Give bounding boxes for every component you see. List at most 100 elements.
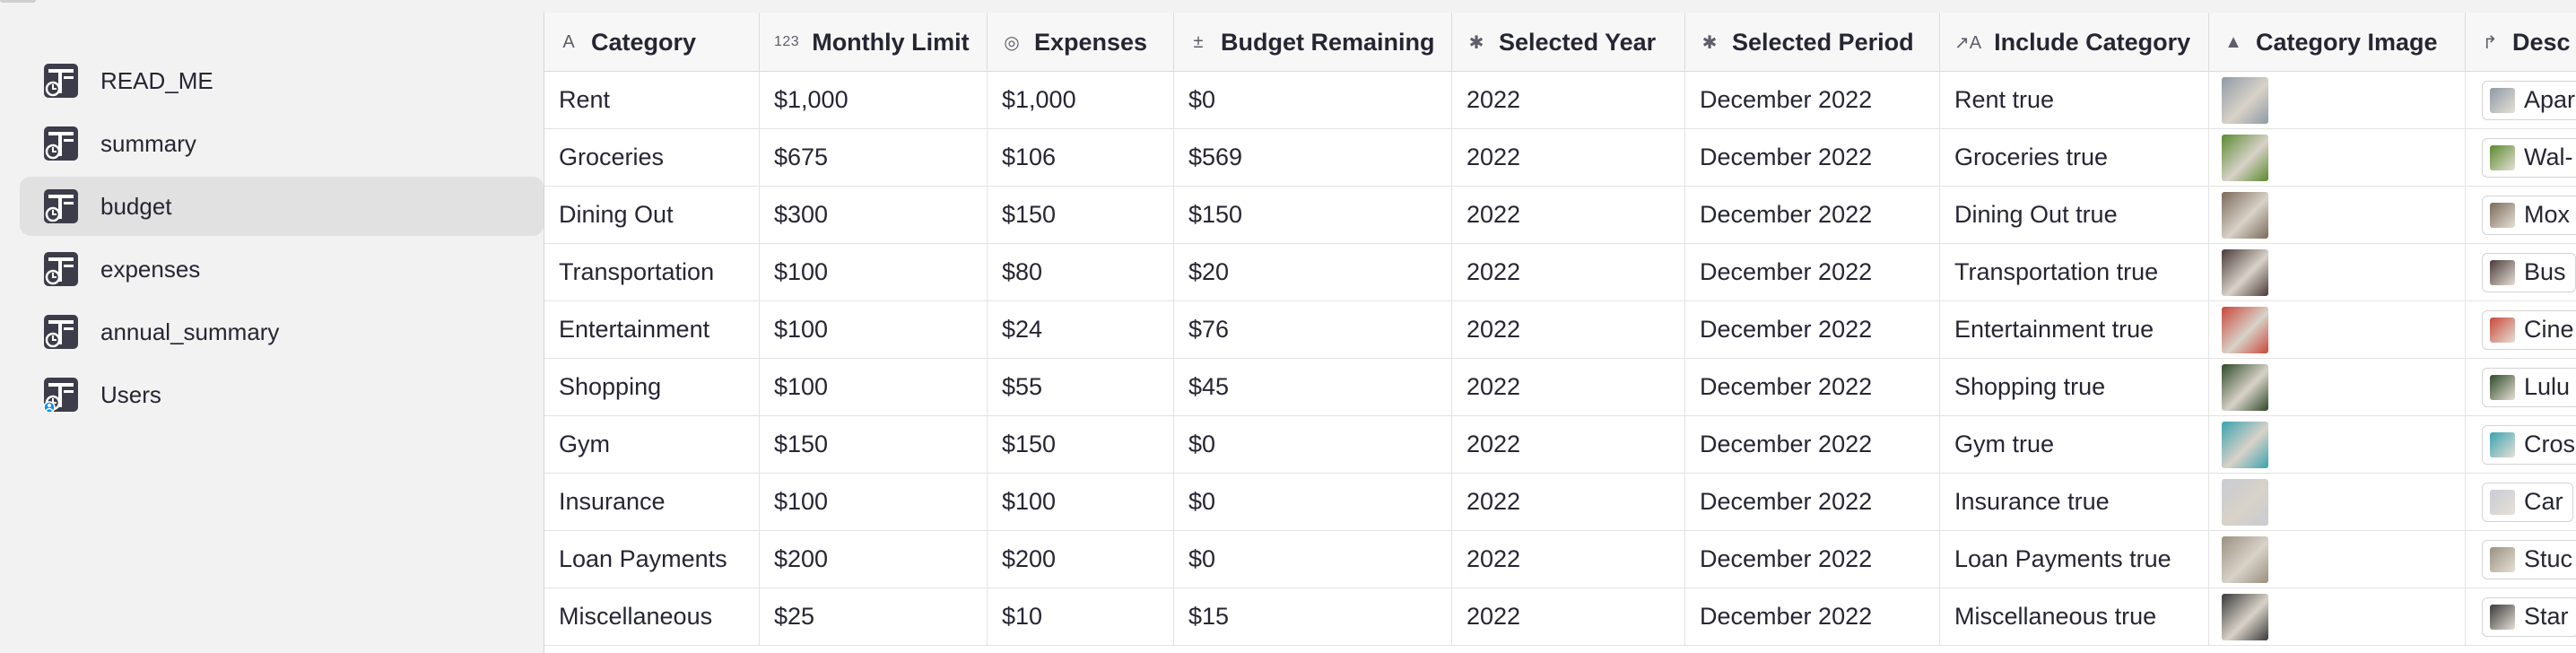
include-category-cell[interactable]: Loan Payments true (1940, 531, 2209, 588)
budget-remaining-cell[interactable]: $45 (1174, 359, 1452, 415)
category-image-thumbnail[interactable] (2222, 593, 2268, 640)
budget-remaining-cell[interactable]: $76 (1174, 301, 1452, 358)
expenses-cell[interactable]: $80 (988, 244, 1174, 300)
selected-period-cell[interactable]: December 2022 (1685, 359, 1940, 415)
column-header-category-image[interactable]: ▲ Category Image (2209, 13, 2466, 72)
expenses-cell[interactable]: $10 (988, 588, 1174, 645)
include-category-cell[interactable]: Rent true (1940, 72, 2209, 128)
reference-chip[interactable]: Cine (2482, 309, 2576, 350)
category-image-cell[interactable] (2209, 588, 2466, 645)
category-cell[interactable]: Groceries (544, 129, 760, 186)
category-image-thumbnail[interactable] (2222, 421, 2268, 468)
description-reference-cell[interactable]: Apar (2466, 72, 2576, 128)
budget-remaining-cell[interactable]: $0 (1174, 416, 1452, 473)
reference-chip[interactable]: Apar (2482, 80, 2576, 120)
selected-period-cell[interactable]: December 2022 (1685, 474, 1940, 530)
expenses-cell[interactable]: $24 (988, 301, 1174, 358)
budget-remaining-cell[interactable]: $569 (1174, 129, 1452, 186)
budget-remaining-cell[interactable]: $15 (1174, 588, 1452, 645)
selected-period-cell[interactable]: December 2022 (1685, 531, 1940, 588)
selected-period-cell[interactable]: December 2022 (1685, 416, 1940, 473)
sidebar-item-summary[interactable]: summary (20, 114, 544, 173)
category-cell[interactable]: Entertainment (544, 301, 760, 358)
reference-chip[interactable]: Cros (2482, 424, 2576, 465)
category-image-thumbnail[interactable] (2222, 478, 2268, 526)
description-reference-cell[interactable]: Star (2466, 588, 2576, 645)
category-image-thumbnail[interactable] (2222, 535, 2268, 583)
budget-remaining-cell[interactable]: $0 (1174, 72, 1452, 128)
reference-chip[interactable]: Bus (2482, 252, 2576, 292)
expenses-cell[interactable]: $55 (988, 359, 1174, 415)
category-image-thumbnail[interactable] (2222, 191, 2268, 239)
category-image-cell[interactable] (2209, 531, 2466, 588)
category-image-thumbnail[interactable] (2222, 134, 2268, 181)
budget-remaining-cell[interactable]: $0 (1174, 474, 1452, 530)
selected-period-cell[interactable]: December 2022 (1685, 187, 1940, 243)
description-reference-cell[interactable]: Wal- (2466, 129, 2576, 186)
monthly-limit-cell[interactable]: $200 (760, 531, 988, 588)
category-image-cell[interactable] (2209, 244, 2466, 300)
monthly-limit-cell[interactable]: $150 (760, 416, 988, 473)
include-category-cell[interactable]: Miscellaneous true (1940, 588, 2209, 645)
reference-chip[interactable]: Stuc (2482, 539, 2576, 579)
selected-year-cell[interactable]: 2022 (1452, 301, 1685, 358)
column-header-category[interactable]: A Category (544, 13, 760, 72)
column-header-expenses[interactable]: ◎ Expenses (988, 13, 1174, 72)
selected-period-cell[interactable]: December 2022 (1685, 129, 1940, 186)
category-image-thumbnail[interactable] (2222, 363, 2268, 411)
category-cell[interactable]: Dining Out (544, 187, 760, 243)
category-cell[interactable]: Rent (544, 72, 760, 128)
monthly-limit-cell[interactable]: $25 (760, 588, 988, 645)
include-category-cell[interactable]: Shopping true (1940, 359, 2209, 415)
include-category-cell[interactable]: Entertainment true (1940, 301, 2209, 358)
budget-remaining-cell[interactable]: $0 (1174, 531, 1452, 588)
category-image-cell[interactable] (2209, 301, 2466, 358)
selected-year-cell[interactable]: 2022 (1452, 588, 1685, 645)
category-cell[interactable]: Insurance (544, 474, 760, 530)
category-image-cell[interactable] (2209, 72, 2466, 128)
expenses-cell[interactable]: $200 (988, 531, 1174, 588)
description-reference-cell[interactable]: Cine (2466, 301, 2576, 358)
description-reference-cell[interactable]: Mox (2466, 187, 2576, 243)
include-category-cell[interactable]: Gym true (1940, 416, 2209, 473)
monthly-limit-cell[interactable]: $675 (760, 129, 988, 186)
include-category-cell[interactable]: Insurance true (1940, 474, 2209, 530)
column-header-budget-remaining[interactable]: ± Budget Remaining (1174, 13, 1452, 72)
description-reference-cell[interactable]: Bus (2466, 244, 2576, 300)
include-category-cell[interactable]: Groceries true (1940, 129, 2209, 186)
selected-year-cell[interactable]: 2022 (1452, 474, 1685, 530)
selected-period-cell[interactable]: December 2022 (1685, 72, 1940, 128)
monthly-limit-cell[interactable]: $100 (760, 301, 988, 358)
monthly-limit-cell[interactable]: $100 (760, 244, 988, 300)
reference-chip[interactable]: Mox (2482, 195, 2576, 235)
sidebar-item-annual-summary[interactable]: annual_summary (20, 302, 544, 361)
reference-chip[interactable]: Star (2482, 596, 2576, 637)
column-header-include-category[interactable]: ↗A Include Category (1940, 13, 2209, 72)
expenses-cell[interactable]: $150 (988, 187, 1174, 243)
category-image-thumbnail[interactable] (2222, 306, 2268, 353)
category-cell[interactable]: Loan Payments (544, 531, 760, 588)
selected-period-cell[interactable]: December 2022 (1685, 588, 1940, 645)
expenses-cell[interactable]: $150 (988, 416, 1174, 473)
selected-year-cell[interactable]: 2022 (1452, 359, 1685, 415)
description-reference-cell[interactable]: Stuc (2466, 531, 2576, 588)
budget-remaining-cell[interactable]: $20 (1174, 244, 1452, 300)
category-cell[interactable]: Shopping (544, 359, 760, 415)
selected-year-cell[interactable]: 2022 (1452, 244, 1685, 300)
budget-remaining-cell[interactable]: $150 (1174, 187, 1452, 243)
reference-chip[interactable]: Lulu (2482, 367, 2576, 407)
monthly-limit-cell[interactable]: $100 (760, 474, 988, 530)
include-category-cell[interactable]: Dining Out true (1940, 187, 2209, 243)
expenses-cell[interactable]: $100 (988, 474, 1174, 530)
category-image-cell[interactable] (2209, 416, 2466, 473)
category-image-cell[interactable] (2209, 129, 2466, 186)
category-cell[interactable]: Miscellaneous (544, 588, 760, 645)
category-cell[interactable]: Transportation (544, 244, 760, 300)
include-category-cell[interactable]: Transportation true (1940, 244, 2209, 300)
selected-period-cell[interactable]: December 2022 (1685, 301, 1940, 358)
category-image-cell[interactable] (2209, 187, 2466, 243)
column-header-selected-year[interactable]: ✱ Selected Year (1452, 13, 1685, 72)
reference-chip[interactable]: Car (2482, 482, 2573, 522)
category-image-thumbnail[interactable] (2222, 76, 2268, 124)
column-header-monthly-limit[interactable]: 123 Monthly Limit (760, 13, 988, 72)
